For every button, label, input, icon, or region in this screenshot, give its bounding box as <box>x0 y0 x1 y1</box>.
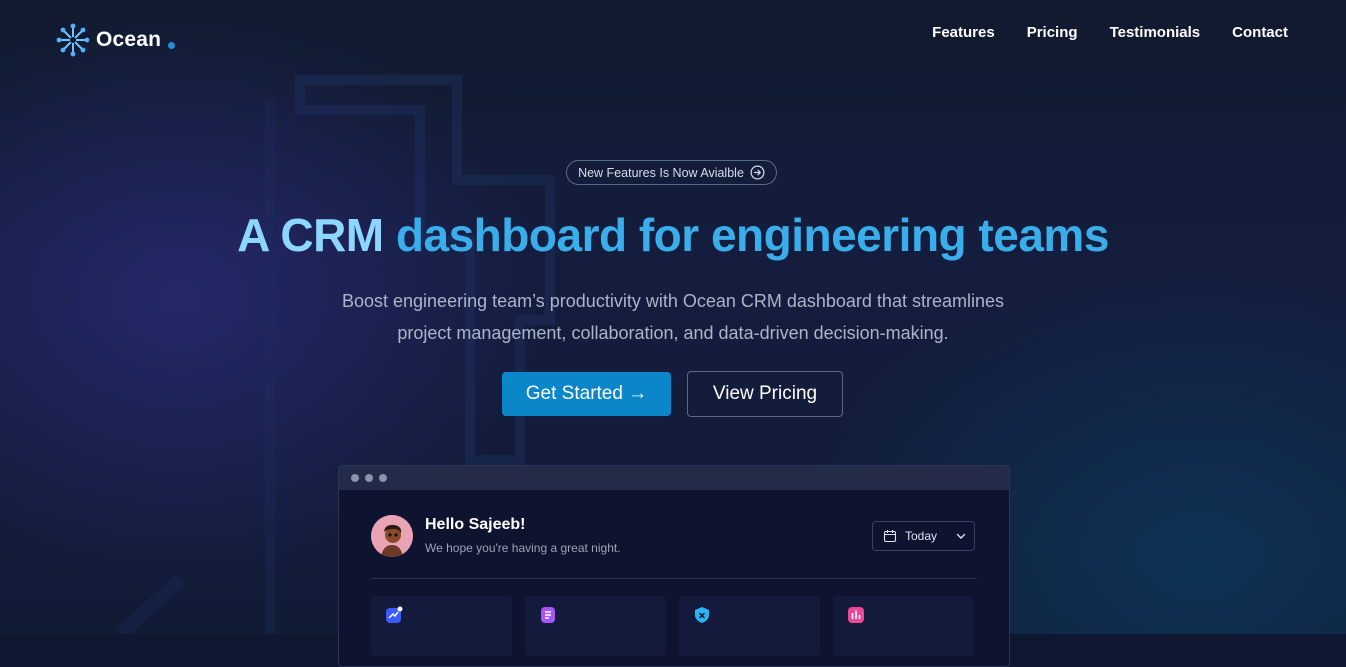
window-dot-icon <box>351 474 359 482</box>
calendar-icon <box>883 530 897 543</box>
top-navbar: Ocean Features Pricing Testimonials Cont… <box>0 0 1346 80</box>
ocean-logo-icon <box>56 23 90 57</box>
stat-card[interactable] <box>371 596 512 656</box>
hero-title-part1: A CRM <box>237 209 384 261</box>
stat-cards <box>371 596 974 656</box>
hero-subtitle-line1: Boost engineering team’s productivity wi… <box>341 291 1004 311</box>
chart-growth-icon <box>386 606 403 623</box>
nav-link-contact[interactable]: Contact <box>1232 24 1288 41</box>
window-dot-icon <box>365 474 373 482</box>
document-icon <box>541 607 555 623</box>
chevron-down-icon <box>956 533 966 539</box>
hero-subtitle-line2: project management, collaboration, and d… <box>397 323 949 343</box>
avatar[interactable] <box>371 515 413 557</box>
hero-title: A CRM dashboard for engineering teams <box>0 206 1346 264</box>
hero-title-part2: dashboard for engineering teams <box>395 209 1109 261</box>
nav-link-features[interactable]: Features <box>932 24 995 41</box>
get-started-button[interactable]: Get Started → <box>502 372 671 416</box>
bar-chart-icon <box>848 607 864 623</box>
nav-link-pricing[interactable]: Pricing <box>1027 24 1078 41</box>
stat-card[interactable] <box>679 596 820 656</box>
date-filter-dropdown[interactable]: Today <box>872 521 975 551</box>
stat-card[interactable] <box>525 596 666 656</box>
new-features-badge[interactable]: New Features Is Now Avialble <box>566 160 777 185</box>
nav-links: Features Pricing Testimonials Contact <box>932 24 1288 41</box>
date-filter-label: Today <box>905 529 938 543</box>
stat-card[interactable] <box>833 596 974 656</box>
arrow-circle-right-icon <box>750 165 765 180</box>
view-pricing-button[interactable]: View Pricing <box>687 371 843 417</box>
brand-name: Ocean <box>96 28 162 51</box>
user-avatar-icon <box>371 515 413 557</box>
brand-logo[interactable]: Ocean <box>56 23 176 57</box>
hero-subtitle: Boost engineering team’s productivity wi… <box>300 285 1046 349</box>
shield-icon <box>695 607 709 623</box>
window-dot-icon <box>379 474 387 482</box>
badge-text: New Features Is Now Avialble <box>578 165 744 180</box>
dashboard-preview: Hello Sajeeb! We hope you're having a gr… <box>338 465 1010 667</box>
brand-dot <box>168 41 176 49</box>
window-titlebar <box>339 466 1009 490</box>
nav-link-testimonials[interactable]: Testimonials <box>1110 24 1201 41</box>
divider <box>371 578 977 579</box>
greeting: Hello Sajeeb! <box>425 516 526 533</box>
subgreeting: We hope you're having a great night. <box>425 541 621 555</box>
